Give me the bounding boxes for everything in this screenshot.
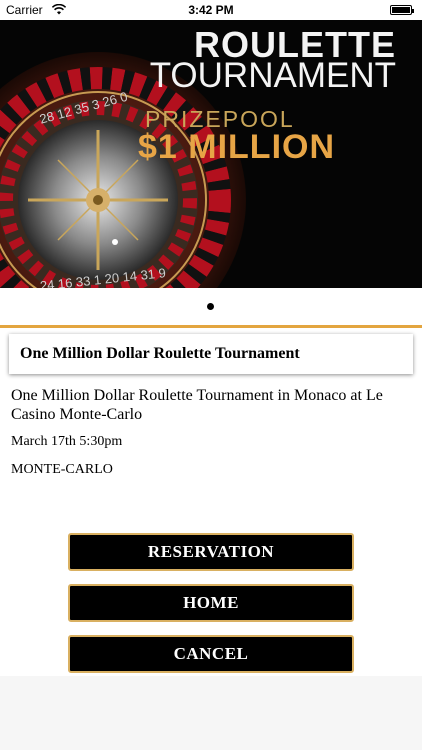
banner-title-line2: TOURNAMENT — [149, 56, 396, 95]
event-title-card: One Million Dollar Roulette Tournament — [9, 334, 413, 374]
clock: 3:42 PM — [188, 3, 234, 17]
footer-area — [0, 676, 422, 750]
battery-icon — [390, 5, 414, 15]
reservation-button[interactable]: RESERVATION — [68, 533, 354, 571]
status-bar: Carrier 3:42 PM — [0, 0, 422, 20]
event-location: MONTE-CARLO — [11, 462, 113, 477]
prize-amount: $1 MILLION — [138, 128, 336, 166]
home-button[interactable]: HOME — [68, 584, 354, 622]
section-divider — [0, 325, 422, 328]
event-date: March 17th 5:30pm — [11, 434, 123, 449]
event-banner-image: 28 12 35 3 26 0 24 16 33 1 20 14 31 9 RO… — [0, 20, 422, 288]
event-title: One Million Dollar Roulette Tournament — [20, 345, 300, 362]
event-description: One Million Dollar Roulette Tournament i… — [11, 387, 383, 423]
cancel-button[interactable]: CANCEL — [68, 635, 354, 673]
page-indicator-dot[interactable] — [207, 303, 214, 310]
